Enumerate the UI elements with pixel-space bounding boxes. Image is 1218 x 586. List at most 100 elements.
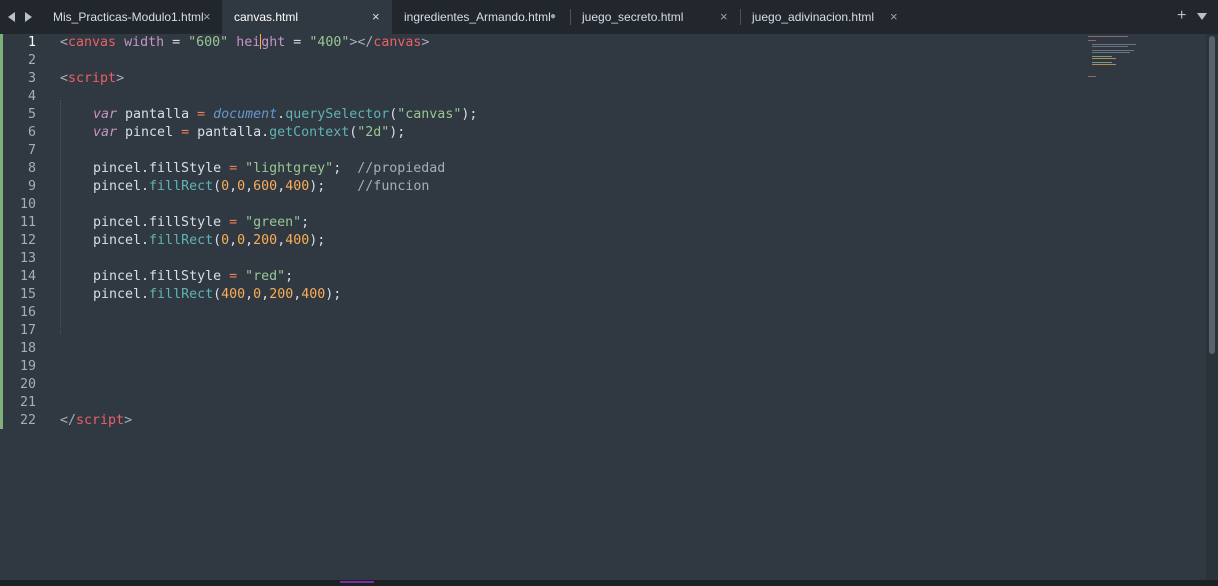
code-editor[interactable]: 1 2 3 4 5 6 7 8 9 10 11 12 13 14 15 16 1… (0, 34, 1206, 580)
code-line: <script> (0, 70, 1080, 88)
token: ); (325, 287, 342, 302)
token: ></ (349, 35, 374, 50)
tab-label: juego_secreto.html (582, 10, 684, 24)
code-line: var pantalla = document.querySelector("c… (0, 106, 1080, 124)
token: < (60, 71, 69, 86)
token: , (261, 287, 270, 302)
token: 400 (221, 287, 246, 302)
code-line: pincel.fillRect(400,0,200,400); (0, 286, 1080, 304)
close-icon[interactable]: × (720, 0, 728, 34)
code-line: <canvas width = "600" height = "400"></c… (0, 34, 1080, 52)
token: = (229, 215, 238, 230)
token: pincel (117, 125, 182, 140)
token: ; (333, 161, 358, 176)
tab-ingredientes[interactable]: ingredientes_Armando.html ● (392, 0, 570, 34)
token: ; (301, 215, 310, 230)
token: 0 (221, 179, 230, 194)
token: , (229, 233, 238, 248)
close-icon[interactable]: × (890, 0, 898, 34)
tab-navigation (8, 9, 32, 25)
token: "red" (245, 269, 286, 284)
token: , (245, 233, 254, 248)
token: 400 (285, 233, 310, 248)
line-number: 17 (19, 323, 36, 338)
code-line: pincel.fillStyle = "red"; (0, 268, 1080, 286)
code-line: </script> (0, 412, 1080, 430)
token: = (197, 107, 206, 122)
token: , (245, 179, 254, 194)
token: var (93, 107, 118, 122)
tab-label: Mis_Practicas-Modulo1.html (53, 10, 204, 24)
token: > (116, 71, 125, 86)
token: ( (213, 287, 222, 302)
tab-juego-adivinacion[interactable]: juego_adivinacion.html × (740, 0, 910, 34)
plus-icon[interactable]: + (1177, 7, 1186, 25)
token: ; (285, 269, 294, 284)
chevron-down-icon[interactable] (1197, 13, 1207, 20)
token: 200 (253, 233, 278, 248)
tab-label: ingredientes_Armando.html (404, 10, 551, 24)
line-number: 21 (19, 395, 36, 410)
token: var (93, 125, 118, 140)
line-number: 19 (19, 359, 36, 374)
tab-canvas[interactable]: canvas.html × (222, 0, 392, 34)
unsaved-dot-icon[interactable]: ● (550, 0, 556, 34)
token: < (60, 35, 69, 50)
arrow-right-icon[interactable] (25, 12, 32, 22)
token: = (229, 269, 238, 284)
comment: //funcion (357, 179, 430, 194)
line-number: 7 (27, 143, 36, 158)
token: "lightgrey" (245, 161, 334, 176)
code-line: pincel.fillStyle = "lightgrey"; //propie… (0, 160, 1080, 178)
line-number: 18 (19, 341, 36, 356)
line-number: 4 (27, 89, 36, 104)
token: pantalla. (189, 125, 270, 140)
line-number: 2 (27, 53, 36, 68)
arrow-left-icon[interactable] (8, 12, 15, 22)
token: document (213, 107, 278, 122)
code-line: pincel.fillStyle = "green"; (0, 214, 1080, 232)
token: fillRect (149, 233, 214, 248)
token: 200 (269, 287, 294, 302)
line-number: 20 (19, 377, 36, 392)
tab-bar: Mis_Practicas-Modulo1.html × canvas.html… (0, 0, 1218, 34)
token: pincel.fillStyle (93, 269, 230, 284)
token: "2d" (357, 125, 390, 140)
token: ght (261, 35, 286, 50)
token: pincel. (93, 287, 150, 302)
token: width (124, 35, 165, 50)
token: canvas (373, 35, 422, 50)
token: fillRect (149, 287, 214, 302)
token: fillRect (149, 179, 214, 194)
token: pincel. (93, 233, 150, 248)
token: 400 (301, 287, 326, 302)
token: ); (389, 125, 406, 140)
close-icon[interactable]: × (372, 0, 380, 34)
vertical-scrollbar[interactable] (1206, 34, 1218, 580)
token: canvas (68, 35, 117, 50)
scrollbar-thumb[interactable] (1209, 36, 1215, 354)
tab-label: canvas.html (234, 10, 299, 24)
token: 0 (253, 287, 262, 302)
minimap[interactable] (1088, 34, 1148, 84)
comment: //propiedad (357, 161, 446, 176)
token: pincel.fillStyle (93, 215, 230, 230)
code-line: var pincel = pantalla.getContext("2d"); (0, 124, 1080, 142)
token: getContext (269, 125, 350, 140)
status-indicator (340, 581, 374, 583)
tab-mis-practicas[interactable]: Mis_Practicas-Modulo1.html × (41, 0, 222, 34)
token: = (181, 125, 190, 140)
token: , (229, 179, 238, 194)
token: </ (60, 413, 77, 428)
token: 0 (237, 179, 246, 194)
code-line: pincel.fillRect(0,0,200,400); (0, 232, 1080, 250)
token: ); (309, 233, 326, 248)
token: "400" (309, 35, 350, 50)
token: , (245, 287, 254, 302)
token: . (277, 107, 286, 122)
tab-juego-secreto[interactable]: juego_secreto.html × (570, 0, 740, 34)
close-icon[interactable]: × (203, 0, 211, 34)
